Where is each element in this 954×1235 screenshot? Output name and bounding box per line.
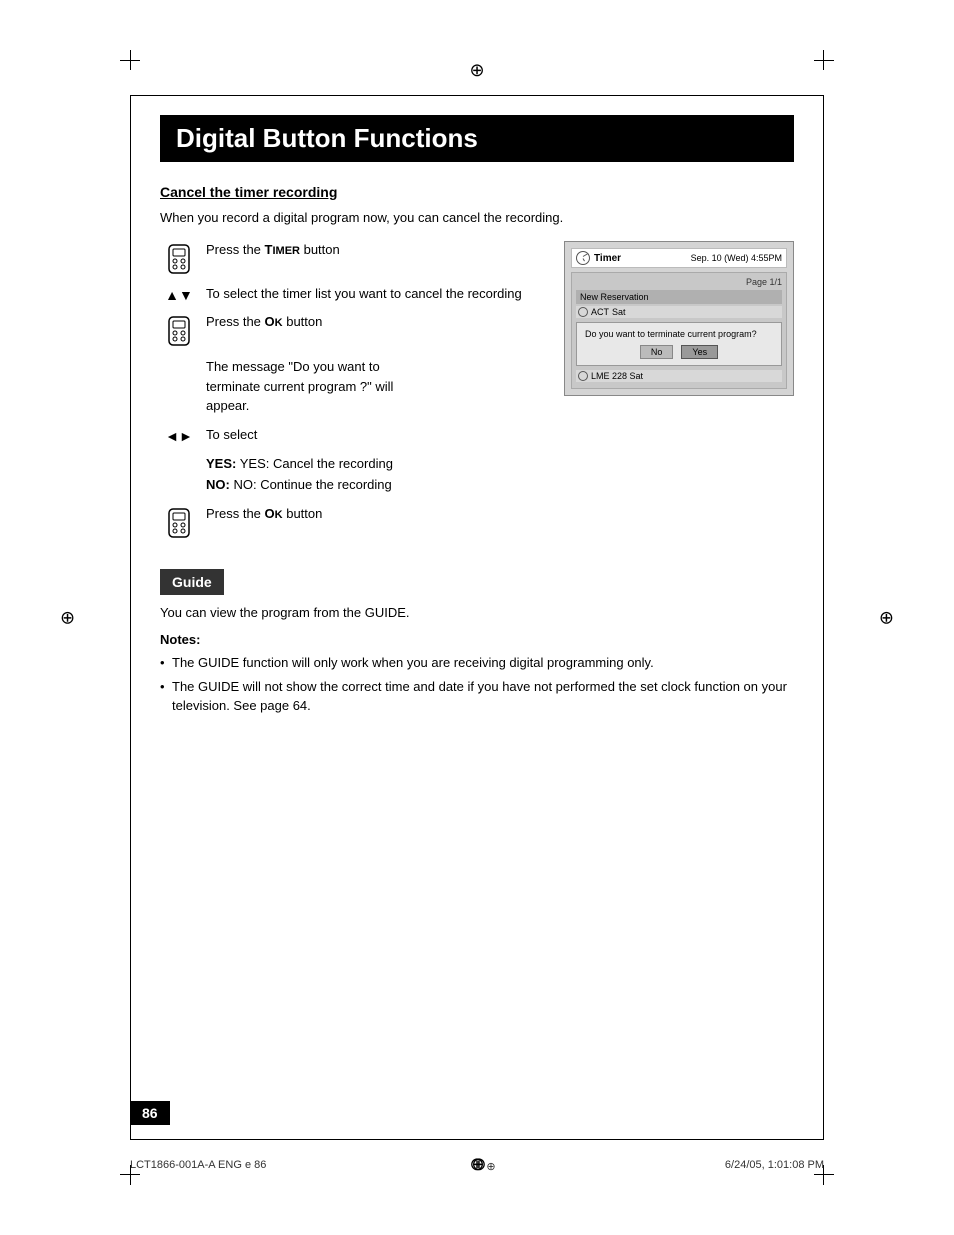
screenshot-box: Timer Sep. 10 (Wed) 4:55PM Page 1/1 New … xyxy=(564,241,794,396)
step-2-icon: ▲▼ xyxy=(160,285,198,303)
timer-clock-icon xyxy=(576,251,590,265)
screenshot-row1-text: ACT xyxy=(591,307,609,317)
footer-left: LCT1866-001A-A ENG e 86 xyxy=(130,1159,266,1171)
dialog-yes-btn: Yes xyxy=(681,345,718,359)
footer-crosshair: ⊕ xyxy=(471,1154,495,1175)
step-2: ▲▼ To select the timer list you want to … xyxy=(160,285,544,303)
section1-intro: When you record a digital program now, y… xyxy=(160,210,794,225)
step-4: ◄► To select xyxy=(160,426,544,444)
no-line: NO: NO: Continue the recording xyxy=(206,475,544,496)
dialog-overlay: Do you want to terminate current program… xyxy=(576,322,782,366)
step-5-icon xyxy=(160,505,198,539)
screenshot-header: Timer Sep. 10 (Wed) 4:55PM xyxy=(571,248,787,268)
sub-message: The message "Do you want toterminate cur… xyxy=(206,357,544,416)
step-2-text: To select the timer list you want to can… xyxy=(206,285,544,303)
step-3: Press the OK button xyxy=(160,313,544,347)
arrow-leftright-icon: ◄► xyxy=(165,428,193,444)
section1-heading: Cancel the timer recording xyxy=(160,184,794,200)
step-5: Press the OK button xyxy=(160,505,544,539)
step-3-text: Press the OK button xyxy=(206,313,544,331)
note-item-1: The GUIDE function will only work when y… xyxy=(160,653,794,673)
screenshot-header-left: Timer xyxy=(576,251,621,265)
page-title: Digital Button Functions xyxy=(176,123,778,154)
remote-icon-3 xyxy=(165,507,193,539)
screenshot-row-1: ACT Sat xyxy=(576,306,782,318)
arrow-updown-icon: ▲▼ xyxy=(165,287,193,303)
step-5-text: Press the OK button xyxy=(206,505,544,523)
screenshot-row1-icon xyxy=(578,307,588,317)
step-4-icon: ◄► xyxy=(160,426,198,444)
footer-area: LCT1866-001A-A ENG e 86 ⊕ 6/24/05, 1:01:… xyxy=(130,1154,824,1175)
screenshot-timer-label: Timer xyxy=(594,253,621,264)
page-number-box: 86 xyxy=(130,1101,170,1125)
crop-mark-tr-v xyxy=(823,50,824,70)
crosshair-right xyxy=(879,607,894,628)
dialog-no-btn: No xyxy=(640,345,674,359)
screenshot-row-2: LME 228 Sat xyxy=(576,370,782,382)
step-1: Press the TIMER button xyxy=(160,241,544,275)
yes-no-block: YES: YES: Cancel the recording NO: NO: C… xyxy=(206,454,544,496)
crop-mark-tl-v xyxy=(130,50,131,70)
footer-right: 6/24/05, 1:01:08 PM xyxy=(725,1159,824,1171)
screenshot-panel: Timer Sep. 10 (Wed) 4:55PM Page 1/1 New … xyxy=(564,241,794,549)
notes-heading: Notes: xyxy=(160,632,794,647)
dialog-message: Do you want to terminate current program… xyxy=(585,329,773,339)
step-1-icon xyxy=(160,241,198,275)
instructions-left: Press the TIMER button ▲▼ To select the … xyxy=(160,241,544,549)
crosshair-left xyxy=(60,607,75,628)
screenshot-row2-icon xyxy=(578,371,588,381)
yes-line: YES: YES: Cancel the recording xyxy=(206,454,544,475)
screenshot-date: Sep. 10 (Wed) 4:55PM xyxy=(691,253,782,263)
step-3-icon xyxy=(160,313,198,347)
notes-section: Notes: The GUIDE function will only work… xyxy=(160,632,794,716)
guide-text: You can view the program from the GUIDE. xyxy=(160,605,794,620)
remote-icon-2 xyxy=(165,315,193,347)
remote-icon-1 xyxy=(165,243,193,275)
crosshair-top xyxy=(469,60,484,81)
guide-heading: Guide xyxy=(172,574,212,590)
step-1-text: Press the TIMER button xyxy=(206,241,544,259)
screenshot-table-header: New Reservation xyxy=(576,290,782,304)
step-4-text: To select xyxy=(206,426,544,444)
page-number: 86 xyxy=(142,1105,158,1121)
note-item-2: The GUIDE will not show the correct time… xyxy=(160,677,794,716)
crop-mark-tr-h xyxy=(814,60,834,61)
dialog-buttons: No Yes xyxy=(585,345,773,359)
screenshot-page: Page 1/1 xyxy=(576,277,782,287)
page-title-box: Digital Button Functions xyxy=(160,115,794,162)
guide-section: Guide You can view the program from the … xyxy=(160,569,794,716)
guide-heading-box: Guide xyxy=(160,569,224,595)
screenshot-content: Page 1/1 New Reservation ACT Sat Do y xyxy=(571,272,787,389)
